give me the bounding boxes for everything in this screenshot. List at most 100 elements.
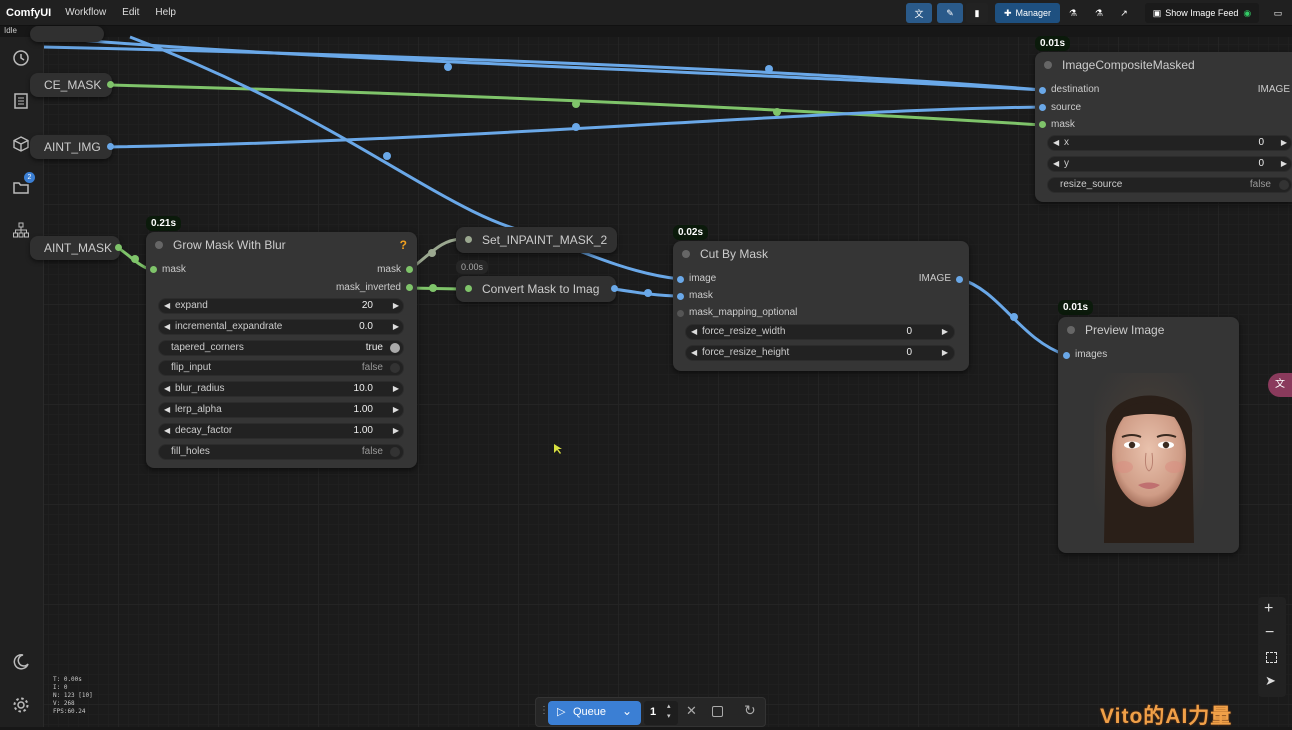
output-slot-dot[interactable] (107, 143, 114, 150)
wire-midpoint[interactable] (644, 289, 652, 297)
node-image-composite-masked[interactable]: ImageCompositeMasked destination source … (1035, 52, 1292, 202)
refresh-icon[interactable]: ↻ (744, 702, 756, 719)
node-convert-mask-to-image[interactable]: Convert Mask to Imag (456, 276, 618, 302)
zoom-in-icon[interactable]: + (1264, 600, 1273, 618)
theme-toggle-button[interactable] (10, 651, 32, 673)
toggle-knob[interactable] (390, 446, 400, 457)
node-header[interactable]: Cut By Mask (673, 241, 969, 267)
toggle-knob[interactable] (1279, 180, 1289, 190)
wire-midpoint[interactable] (383, 152, 391, 160)
increment-arrow-icon[interactable]: ▶ (1281, 157, 1287, 171)
workflows-button[interactable]: 2 (10, 172, 35, 198)
wire-midpoint[interactable] (444, 63, 452, 71)
increment-arrow-icon[interactable]: ▶ (1281, 136, 1287, 150)
translate-float-button[interactable]: 文 (1268, 373, 1292, 397)
increment-arrow-icon[interactable]: ▶ (393, 382, 399, 396)
input-slot-dot[interactable] (150, 266, 157, 273)
output-slot-dot[interactable] (406, 284, 413, 291)
increment-arrow-icon[interactable]: ▶ (393, 299, 399, 313)
decrement-arrow-icon[interactable]: ◀ (691, 346, 697, 360)
node-header[interactable]: Preview Image (1058, 317, 1239, 343)
widget-expand[interactable]: ◀ expand 20 ▶ (158, 298, 404, 314)
input-slot-dot[interactable] (1039, 121, 1046, 128)
widget-incremental-expandrate[interactable]: ◀ incremental_expandrate 0.0 ▶ (158, 318, 404, 335)
decrement-arrow-icon[interactable]: ◀ (1053, 136, 1059, 150)
node-preview-image[interactable]: Preview Image images (1058, 317, 1239, 553)
cancel-icon[interactable]: ✕ (686, 703, 697, 719)
node-grow-mask-with-blur[interactable]: Grow Mask With Blur ? mask mask mask_inv… (146, 232, 417, 468)
node-header[interactable]: Grow Mask With Blur ? (146, 232, 417, 258)
widget-lerp-alpha[interactable]: ◀ lerp_alpha 1.00 ▶ (158, 402, 404, 418)
wire-midpoint[interactable] (1010, 313, 1018, 321)
widget-force-resize-height[interactable]: ◀ force_resize_height 0 ▶ (685, 345, 955, 361)
toggle-knob[interactable] (390, 342, 400, 353)
node-stub-inpaint-mask[interactable]: AINT_MASK (30, 236, 122, 260)
input-slot-dot[interactable] (465, 285, 472, 292)
input-slot-dot[interactable] (1039, 87, 1046, 94)
batch-count-input[interactable]: 1 ▴ ▾ (644, 701, 678, 725)
widget-fill-holes[interactable]: fill_holes false (158, 443, 404, 460)
node-stub-top[interactable] (30, 26, 104, 42)
node-set-inpaint-mask[interactable]: Set_INPAINT_MASK_2 (456, 227, 617, 253)
decrement-arrow-icon[interactable]: ◀ (691, 325, 697, 339)
increment-arrow-icon[interactable]: ▶ (393, 403, 399, 417)
widget-x[interactable]: ◀ x 0 ▶ (1047, 135, 1292, 151)
wire-midpoint[interactable] (428, 249, 436, 257)
widget-y[interactable]: ◀ y 0 ▶ (1047, 156, 1292, 172)
output-slot-dot[interactable] (115, 244, 122, 251)
node-cut-by-mask[interactable]: Cut By Mask image mask mask_mapping_opti… (673, 241, 969, 371)
input-slot-dot[interactable] (677, 310, 684, 317)
decrement-arrow-icon[interactable]: ◀ (1053, 157, 1059, 171)
stop-icon[interactable] (712, 706, 723, 717)
widget-flip-input[interactable]: flip_input false (158, 360, 404, 377)
decrement-arrow-icon[interactable]: ◀ (164, 299, 170, 313)
output-slot-dot[interactable] (107, 81, 114, 88)
output-slot-dot[interactable] (611, 285, 618, 292)
decrement-arrow-icon[interactable]: ◀ (164, 382, 170, 396)
widget-blur-radius[interactable]: ◀ blur_radius 10.0 ▶ (158, 381, 404, 398)
widget-decay-factor[interactable]: ◀ decay_factor 1.00 ▶ (158, 422, 404, 439)
input-slot-dot[interactable] (1063, 352, 1070, 359)
input-slot-dot[interactable] (465, 236, 472, 243)
fit-view-icon[interactable] (1266, 652, 1277, 663)
wire-midpoint[interactable] (572, 100, 580, 108)
collapse-dot[interactable] (1067, 326, 1075, 334)
decrement-icon[interactable]: ▾ (667, 712, 671, 720)
node-stub-source-mask[interactable]: CE_MASK (30, 73, 114, 97)
history-button[interactable] (10, 47, 32, 69)
widget-resize-source[interactable]: resize_source false (1047, 177, 1292, 193)
queue-list-button[interactable] (10, 90, 32, 112)
widget-tapered-corners[interactable]: tapered_corners true (158, 339, 404, 356)
node-stub-inpaint-img[interactable]: AINT_IMG (30, 135, 114, 159)
decrement-arrow-icon[interactable]: ◀ (164, 403, 170, 417)
increment-icon[interactable]: ▴ (667, 702, 671, 710)
input-slot-dot[interactable] (677, 293, 684, 300)
decrement-arrow-icon[interactable]: ◀ (164, 424, 170, 438)
node-library-button[interactable] (10, 219, 32, 241)
increment-arrow-icon[interactable]: ▶ (393, 424, 399, 438)
collapse-dot[interactable] (1044, 61, 1052, 69)
collapse-dot[interactable] (682, 250, 690, 258)
wire-midpoint[interactable] (429, 284, 437, 292)
decrement-arrow-icon[interactable]: ◀ (164, 320, 170, 334)
input-slot-dot[interactable] (1039, 104, 1046, 111)
increment-arrow-icon[interactable]: ▶ (942, 325, 948, 339)
collapse-dot[interactable] (155, 241, 163, 249)
wire-midpoint[interactable] (765, 65, 773, 73)
widget-force-resize-width[interactable]: ◀ force_resize_width 0 ▶ (685, 324, 955, 340)
input-slot-dot[interactable] (677, 276, 684, 283)
settings-button[interactable] (10, 694, 32, 716)
help-icon[interactable]: ? (400, 238, 407, 252)
wire-midpoint[interactable] (773, 108, 781, 116)
queue-button[interactable]: ▷ Queue ⌄ (548, 701, 641, 725)
model-library-button[interactable] (10, 133, 32, 155)
navigate-icon[interactable]: ➤ (1265, 673, 1276, 689)
output-slot-dot[interactable] (956, 276, 963, 283)
increment-arrow-icon[interactable]: ▶ (393, 320, 399, 334)
output-slot-dot[interactable] (406, 266, 413, 273)
node-header[interactable]: ImageCompositeMasked (1035, 52, 1292, 78)
toggle-knob[interactable] (390, 363, 400, 374)
chevron-down-icon[interactable]: ⌄ (622, 704, 632, 718)
zoom-out-icon[interactable]: − (1265, 624, 1274, 642)
increment-arrow-icon[interactable]: ▶ (942, 346, 948, 360)
